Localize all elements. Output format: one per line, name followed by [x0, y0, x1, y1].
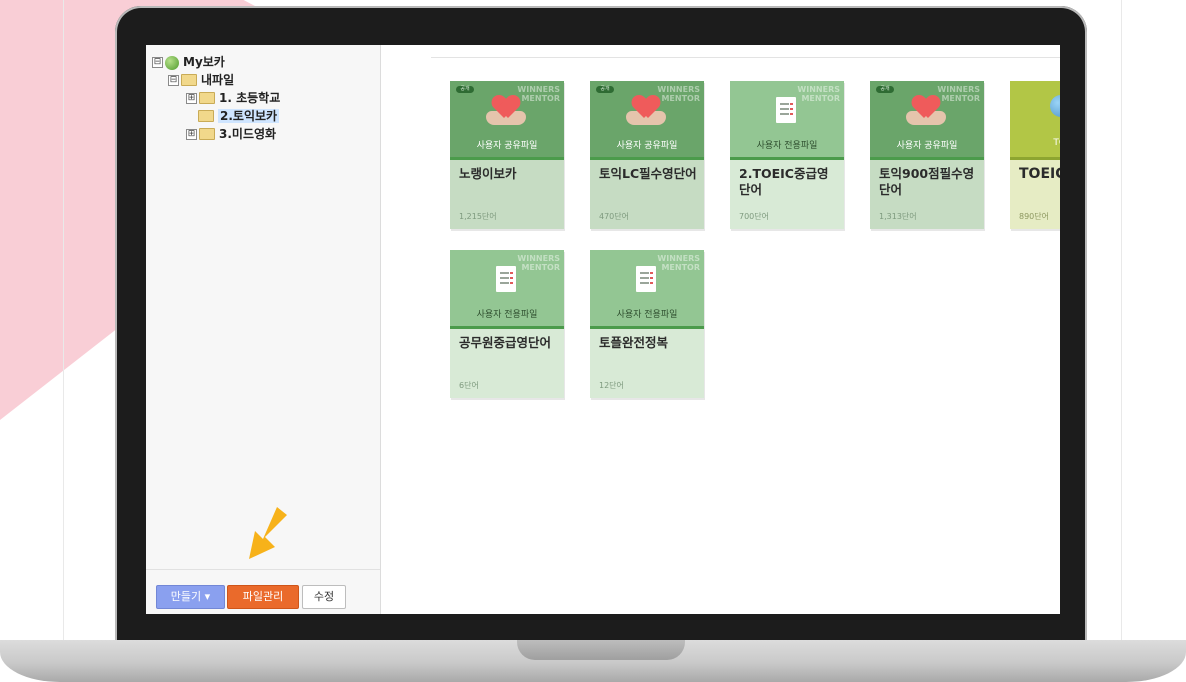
- card-header: WINNERS MENTOR 사용자 전용파일: [730, 81, 844, 159]
- card-header: WINNERS MENTOR 공개 사용자 공유파일: [870, 81, 984, 159]
- tree-my-files-label[interactable]: 내파일: [201, 73, 234, 87]
- document-icon: [496, 266, 516, 292]
- card-title[interactable]: 토플완전정복: [599, 335, 699, 351]
- tree-item-toeic-voca[interactable]: 2.토익보카: [152, 107, 280, 125]
- card-body: 토플완전정복 12단어: [590, 329, 704, 398]
- card-title[interactable]: 토익900점필수영단어: [879, 166, 979, 198]
- word-count: 6단어: [459, 381, 479, 390]
- laptop-notch: [517, 640, 685, 660]
- card-header: TOEIC: [1010, 81, 1060, 159]
- vocab-card[interactable]: TOEIC TOEIC 영단어 890단어: [1010, 81, 1060, 229]
- vocab-card[interactable]: WINNERS MENTOR 공개 사용자 공유파일 노랭이보카 1,215단어: [450, 81, 564, 229]
- card-body: TOEIC 영단어 890단어: [1010, 160, 1060, 229]
- tree-item-elementary[interactable]: ⊞ 1. 초등학교: [152, 89, 280, 107]
- file-manage-button[interactable]: 파일관리: [227, 585, 299, 609]
- folder-icon: [199, 127, 215, 140]
- vocab-card[interactable]: WINNERS MENTOR 사용자 전용파일 공무원중급영단어 6단어: [450, 250, 564, 398]
- public-badge: 공개: [596, 86, 614, 93]
- card-title[interactable]: 토익LC필수영단어: [599, 166, 699, 182]
- tree-item-label[interactable]: 1. 초등학교: [219, 91, 280, 105]
- document-icon: [776, 97, 796, 123]
- card-header: WINNERS MENTOR 사용자 전용파일: [450, 250, 564, 328]
- collapse-toggle[interactable]: ⊟: [152, 57, 163, 68]
- heart-hands-icon: [633, 96, 659, 120]
- folder-icon: [181, 73, 197, 86]
- word-count: 1,215단어: [459, 212, 497, 221]
- expand-toggle[interactable]: ⊞: [186, 129, 197, 140]
- card-body: 토익LC필수영단어 470단어: [590, 160, 704, 229]
- word-count: 1,313단어: [879, 212, 917, 221]
- app-screen: ⊟ My보카 ⊟ 내파일 ⊞ 1. 초등학교 2.토익보카 ⊞ 3.미드영화 만들기 ▾…: [146, 45, 1060, 614]
- hot-air-balloon-icon: [1050, 95, 1060, 117]
- card-header: WINNERS MENTOR 공개 사용자 공유파일: [450, 81, 564, 159]
- vocab-card[interactable]: WINNERS MENTOR 사용자 전용파일 2.TOEIC중급영단어 700…: [730, 81, 844, 229]
- card-header: WINNERS MENTOR 사용자 전용파일: [590, 250, 704, 328]
- heart-hands-icon: [493, 96, 519, 120]
- card-body: 토익900점필수영단어 1,313단어: [870, 160, 984, 229]
- card-type-label: 사용자 공유파일: [476, 141, 538, 151]
- tree-root-label[interactable]: My보카: [183, 55, 225, 69]
- tree-root[interactable]: ⊟ My보카: [152, 53, 280, 71]
- tree-my-files[interactable]: ⊟ 내파일: [152, 71, 280, 89]
- sidebar-toolbar: 만들기 ▾ 파일관리 수정: [146, 569, 380, 614]
- card-type-label: 사용자 전용파일: [476, 310, 538, 320]
- divider: [431, 57, 1060, 58]
- make-button[interactable]: 만들기 ▾: [156, 585, 225, 609]
- card-body: 노랭이보카 1,215단어: [450, 160, 564, 229]
- card-title[interactable]: TOEIC 영단어: [1019, 166, 1060, 182]
- expand-toggle[interactable]: ⊞: [186, 93, 197, 104]
- word-count: 700단어: [739, 212, 769, 221]
- card-header: WINNERS MENTOR 공개 사용자 공유파일: [590, 81, 704, 159]
- card-type-label: TOEIC: [1053, 138, 1060, 148]
- folder-icon: [198, 109, 214, 122]
- public-badge: 공개: [876, 86, 894, 93]
- vocab-card[interactable]: WINNERS MENTOR 공개 사용자 공유파일 토익900점필수영단어 1…: [870, 81, 984, 229]
- card-type-label: 사용자 전용파일: [756, 141, 818, 151]
- tree-item-drama-movie[interactable]: ⊞ 3.미드영화: [152, 125, 280, 143]
- collapse-toggle[interactable]: ⊟: [168, 75, 179, 86]
- card-title[interactable]: 공무원중급영단어: [459, 335, 559, 351]
- card-title[interactable]: 노랭이보카: [459, 166, 559, 182]
- word-count: 470단어: [599, 212, 629, 221]
- vocab-card[interactable]: WINNERS MENTOR 공개 사용자 공유파일 토익LC필수영단어 470…: [590, 81, 704, 229]
- edit-button[interactable]: 수정: [302, 585, 346, 609]
- file-grid: WINNERS MENTOR 공개 사용자 공유파일 노랭이보카 1,215단어…: [380, 45, 1060, 614]
- card-body: 2.TOEIC중급영단어 700단어: [730, 160, 844, 229]
- word-count: 12단어: [599, 381, 624, 390]
- sidebar: ⊟ My보카 ⊟ 내파일 ⊞ 1. 초등학교 2.토익보카 ⊞ 3.미드영화 만들기 ▾…: [146, 45, 381, 614]
- background-rule-right: [1121, 0, 1122, 682]
- document-icon: [636, 266, 656, 292]
- tree-item-label-selected[interactable]: 2.토익보카: [218, 109, 280, 123]
- folder-tree: ⊟ My보카 ⊟ 내파일 ⊞ 1. 초등학교 2.토익보카 ⊞ 3.미드영화: [152, 53, 280, 143]
- card-type-label: 사용자 전용파일: [616, 310, 678, 320]
- pointer-arrow-icon: [249, 507, 287, 559]
- heart-hands-icon: [913, 96, 939, 120]
- tree-item-label[interactable]: 3.미드영화: [219, 127, 276, 141]
- card-body: 공무원중급영단어 6단어: [450, 329, 564, 398]
- card-type-label: 사용자 공유파일: [896, 141, 958, 151]
- vocab-card[interactable]: WINNERS MENTOR 사용자 전용파일 토플완전정복 12단어: [590, 250, 704, 398]
- globe-icon: [165, 55, 179, 70]
- card-title[interactable]: 2.TOEIC중급영단어: [739, 166, 839, 198]
- public-badge: 공개: [456, 86, 474, 93]
- card-type-label: 사용자 공유파일: [616, 141, 678, 151]
- folder-icon: [199, 91, 215, 104]
- word-count: 890단어: [1019, 212, 1049, 221]
- background-rule-left: [63, 0, 64, 682]
